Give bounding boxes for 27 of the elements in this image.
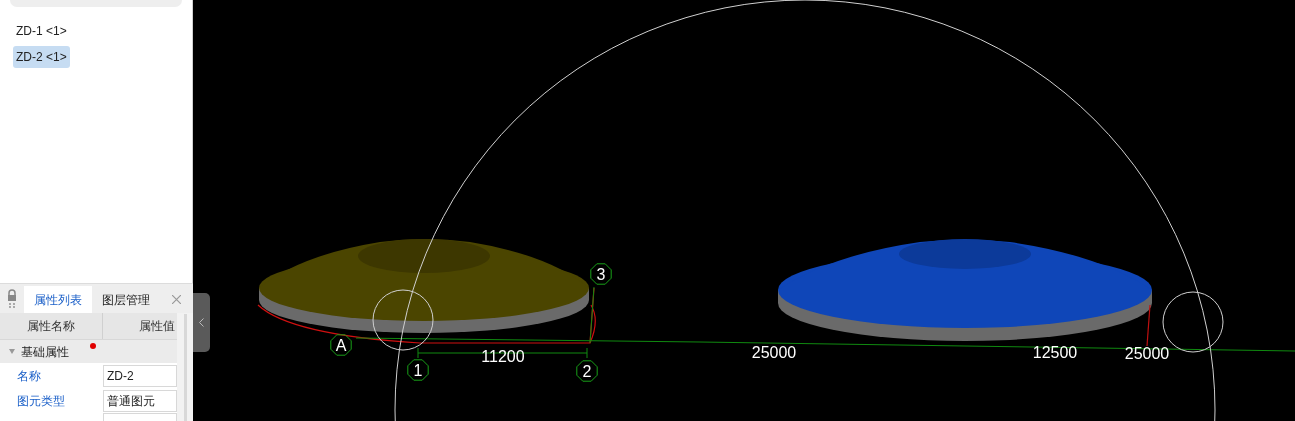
- column-header: 属性值: [138, 318, 176, 335]
- axis-bubble: A: [330, 334, 352, 356]
- lock-icon[interactable]: [7, 289, 17, 309]
- axis-bubble: 3: [590, 263, 612, 285]
- axis-bubble: 1: [407, 359, 429, 381]
- panel-tab[interactable]: 图层管理: [92, 286, 160, 313]
- axis-bubble: 2: [576, 360, 598, 382]
- column-header: 属性名称: [0, 313, 103, 339]
- dimension-label: 25000: [1124, 345, 1170, 362]
- dimension-label: 12500: [1032, 344, 1078, 361]
- property-value-field[interactable]: 普通图元: [103, 389, 177, 412]
- close-icon[interactable]: [172, 295, 181, 304]
- property-value-field[interactable]: [103, 413, 177, 421]
- property-name: 图元类型: [16, 392, 66, 410]
- property-name: 名称: [16, 367, 42, 385]
- dimension-label: 25000: [751, 344, 797, 361]
- tree-item[interactable]: ZD-1 <1>: [13, 20, 70, 42]
- tree-item[interactable]: ZD-2 <1>: [13, 46, 70, 68]
- group-label: 基础属性: [21, 343, 69, 361]
- boundary-line: [1146, 304, 1151, 347]
- property-value-field[interactable]: ZD-2: [103, 364, 177, 387]
- collapse-handle[interactable]: [193, 293, 210, 352]
- collapse-triangle-icon[interactable]: [9, 349, 15, 354]
- chevron-left-icon: [199, 318, 204, 327]
- dimension-label: 11200: [481, 348, 525, 365]
- pivot-circle: [372, 289, 434, 351]
- panel-tab[interactable]: 属性列表: [24, 286, 92, 313]
